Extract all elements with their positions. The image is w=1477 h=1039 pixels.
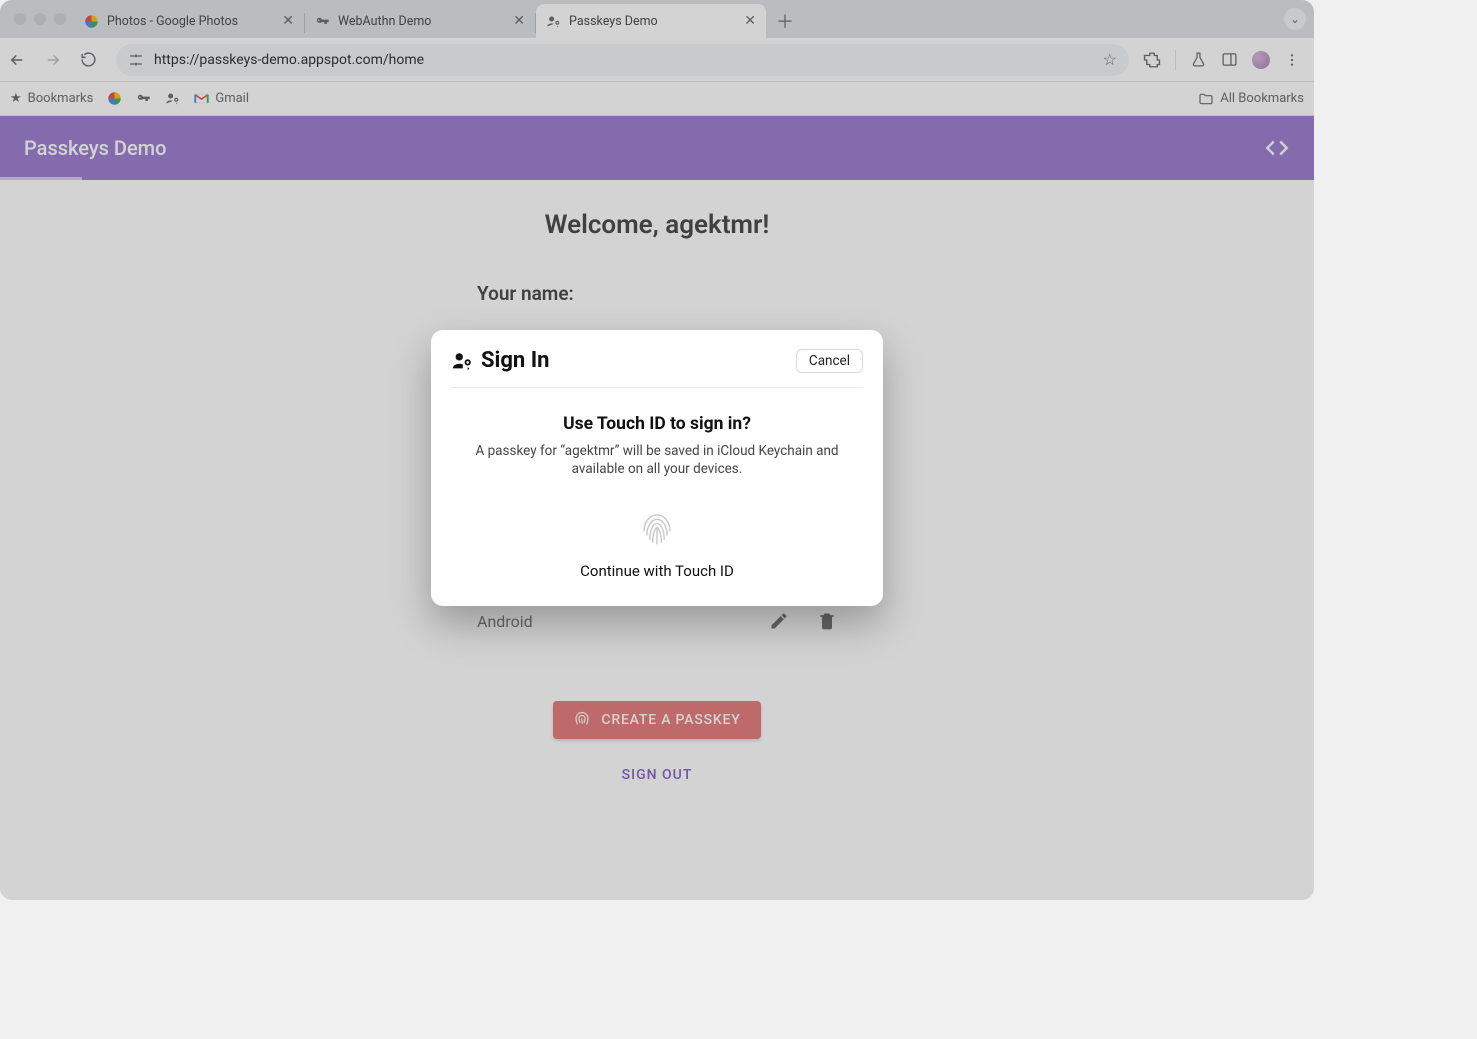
bookmark-key[interactable] [136,91,151,106]
bookmark-photos[interactable] [107,91,122,106]
site-settings-icon[interactable] [128,52,144,68]
extensions-icon[interactable] [1143,51,1161,69]
bookmark-star-icon[interactable]: ☆ [1103,50,1117,69]
delete-icon[interactable] [817,611,837,631]
labs-icon[interactable] [1190,51,1207,68]
create-passkey-button[interactable]: CREATE A PASSKEY [553,701,760,739]
bookmarks-folder[interactable]: ★ Bookmarks [10,91,93,106]
your-name-label: Your name: [477,282,837,305]
tab-webauthn[interactable]: WebAuthn Demo ✕ [305,4,535,38]
tab-strip: Photos - Google Photos ✕ WebAuthn Demo ✕… [0,0,1314,38]
new-tab-button[interactable]: ＋ [766,8,804,34]
create-passkey-label: CREATE A PASSKEY [601,712,740,728]
welcome-heading: Welcome, agektmr! [545,210,770,240]
bookmark-gmail[interactable]: Gmail [194,91,249,106]
cancel-button[interactable]: Cancel [796,349,863,373]
dialog-body: Use Touch ID to sign in? A passkey for “… [451,388,863,580]
key-icon [315,14,330,29]
close-icon[interactable]: ✕ [744,13,756,29]
cancel-label: Cancel [809,353,850,369]
fingerprint-icon [573,711,591,729]
profile-avatar[interactable] [1252,51,1270,69]
star-icon: ★ [10,91,22,106]
person-key-icon [546,14,561,29]
app-header: Passkeys Demo [0,116,1314,180]
gmail-label: Gmail [215,91,249,106]
sidepanel-icon[interactable] [1221,51,1238,68]
folder-icon [1198,91,1214,107]
tab-title: Passkeys Demo [569,14,658,29]
address-url: https://passkeys-demo.appspot.com/home [154,52,424,68]
photos-icon [84,14,99,29]
code-icon[interactable] [1264,135,1290,161]
close-icon[interactable]: ✕ [282,13,294,29]
reload-button[interactable] [80,51,108,68]
back-button[interactable] [8,51,36,69]
touch-id-icon[interactable] [634,502,680,548]
tab-title: Photos - Google Photos [107,14,238,29]
separator [1175,50,1176,70]
sign-out-label: SIGN OUT [622,767,693,783]
tab-passkeys[interactable]: Passkeys Demo ✕ [536,4,766,38]
sign-out-button[interactable]: SIGN OUT [622,767,693,783]
dialog-headline: Use Touch ID to sign in? [451,414,863,434]
close-icon[interactable]: ✕ [513,13,525,29]
tab-photos[interactable]: Photos - Google Photos ✕ [74,4,304,38]
forward-button[interactable] [44,51,72,69]
dialog-description: A passkey for “agektmr” will be saved in… [451,442,863,478]
bookmarks-bar: ★ Bookmarks Gmail All Bookmarks [0,82,1314,116]
dialog-header: Sign In Cancel [451,348,863,388]
continue-touch-id[interactable]: Continue with Touch ID [451,562,863,580]
app-title: Passkeys Demo [24,136,166,160]
address-bar[interactable]: https://passkeys-demo.appspot.com/home ☆ [116,44,1129,76]
signin-dialog: Sign In Cancel Use Touch ID to sign in? … [431,330,883,606]
all-bookmarks[interactable]: All Bookmarks [1198,91,1304,107]
dialog-title: Sign In [481,348,550,373]
edit-icon[interactable] [769,611,789,631]
kebab-menu-icon[interactable] [1284,52,1300,68]
toolbar-right [1137,50,1306,70]
tab-underline [0,177,82,180]
browser-toolbar: https://passkeys-demo.appspot.com/home ☆ [0,38,1314,82]
window-close-dot[interactable] [14,13,26,25]
window-max-dot[interactable] [54,13,66,25]
window-controls[interactable] [10,13,74,25]
browser-window: Photos - Google Photos ✕ WebAuthn Demo ✕… [0,0,1314,900]
all-bookmarks-label: All Bookmarks [1220,91,1304,106]
passkey-row: Android [477,611,837,631]
tab-title: WebAuthn Demo [338,14,431,29]
passkey-label: Android [477,612,533,631]
bookmarks-label: Bookmarks [28,91,94,106]
window-min-dot[interactable] [34,13,46,25]
tabs-overflow-chevron-icon[interactable]: ⌄ [1284,8,1306,30]
person-key-icon [451,350,473,372]
bookmark-passkey[interactable] [165,91,180,106]
